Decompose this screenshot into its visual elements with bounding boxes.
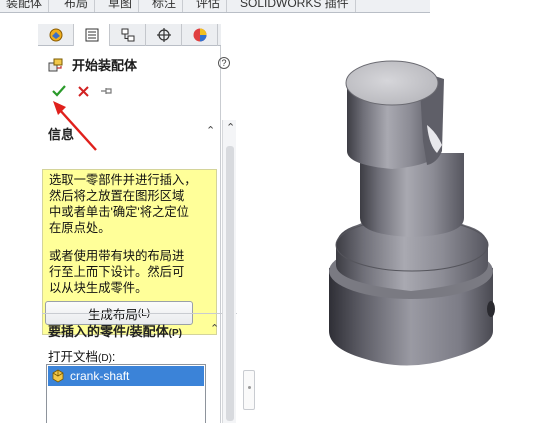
tab-sketch[interactable]: 草图 <box>102 0 140 12</box>
open-documents-label: 打开文档(D): <box>48 350 116 364</box>
property-manager-title: 开始装配体 <box>48 55 137 74</box>
scrollbar-thumb[interactable] <box>226 146 234 421</box>
command-manager-tab-strip: 装配体 布局 草图 标注 评估 SOLIDWORKS 插件 <box>0 0 430 13</box>
info-line: 以从块生成零件。 <box>49 281 148 295</box>
help-icon[interactable]: ? <box>218 57 230 69</box>
tab-assembly[interactable]: 装配体 <box>0 0 50 12</box>
list-item[interactable]: crank-shaft <box>48 366 204 386</box>
crank-shaft-part-view <box>329 60 495 366</box>
dimxpert-tab[interactable] <box>146 24 182 46</box>
insert-collapse-icon[interactable]: ⌃ <box>210 322 219 335</box>
info-line: 中或者单击'确定'将之定位 <box>49 205 189 219</box>
info-line: 行至上而下设计。然后可 <box>49 265 185 279</box>
tab-markup[interactable]: 标注 <box>146 0 184 12</box>
property-manager-tab[interactable] <box>74 24 110 46</box>
configuration-manager-icon <box>121 28 134 42</box>
property-manager-panel: 开始装配体 ? 信息 ⌃ 选取一零部件并进行插入， 然后将之放置在图形区域 中或… <box>38 24 242 423</box>
manager-tab-bar <box>38 24 221 46</box>
info-collapse-icon[interactable]: ⌃ <box>206 124 215 137</box>
tab-layout[interactable]: 布局 <box>58 0 96 12</box>
configuration-manager-tab[interactable] <box>110 24 146 46</box>
panel-scrollbar[interactable]: ⌃ <box>222 120 236 423</box>
splitter-grip <box>248 386 251 389</box>
document-name: crank-shaft <box>70 369 130 383</box>
info-line: 然后将之放置在图形区域 <box>49 189 185 203</box>
cancel-x-icon <box>77 85 89 97</box>
property-manager-icon <box>85 28 98 42</box>
begin-assembly-icon <box>48 57 64 73</box>
pin-button[interactable] <box>96 82 118 100</box>
insert-group-label: 要插入的零件/装配体 <box>48 324 169 339</box>
feature-manager-icon <box>49 28 62 42</box>
info-line: 选取一零部件并进行插入， <box>49 173 197 187</box>
scroll-up-icon[interactable]: ⌃ <box>226 121 235 134</box>
group-divider <box>42 313 242 314</box>
pin-icon <box>101 88 112 94</box>
cancel-button[interactable] <box>72 82 94 100</box>
open-documents-shortcut: (D) <box>98 353 112 364</box>
open-documents-text: 打开文档 <box>48 350 99 364</box>
part-icon <box>52 369 64 383</box>
confirm-check-icon <box>52 85 66 97</box>
display-manager-icon <box>193 28 206 42</box>
display-manager-tab[interactable] <box>182 24 218 46</box>
tab-evaluate[interactable]: 评估 <box>190 0 228 12</box>
ok-button[interactable] <box>48 82 70 100</box>
info-paragraph-2: 或者使用带有块的布局进 行至上而下设计。然后可 以从块生成零件。 <box>49 248 213 296</box>
insert-group-shortcut: (P) <box>168 328 182 339</box>
info-paragraph-1: 选取一零部件并进行插入， 然后将之放置在图形区域 中或者单击'确定'将之定位 在… <box>49 172 213 236</box>
action-buttons <box>48 82 120 100</box>
page-title: 开始装配体 <box>72 58 138 73</box>
dimxpert-icon <box>156 28 171 42</box>
insert-group-title: 要插入的零件/装配体(P) <box>48 321 182 340</box>
info-line: 或者使用带有块的布局进 <box>49 249 185 263</box>
tab-addins[interactable]: SOLIDWORKS 插件 <box>234 0 356 12</box>
info-group-title: 信息 <box>48 127 75 142</box>
feature-manager-tab[interactable] <box>38 24 74 46</box>
open-documents-list[interactable]: crank-shaft <box>46 364 206 423</box>
info-line: 在原点处。 <box>49 221 111 235</box>
graphics-splitter-handle[interactable] <box>243 370 255 410</box>
graphics-area[interactable] <box>237 13 558 423</box>
